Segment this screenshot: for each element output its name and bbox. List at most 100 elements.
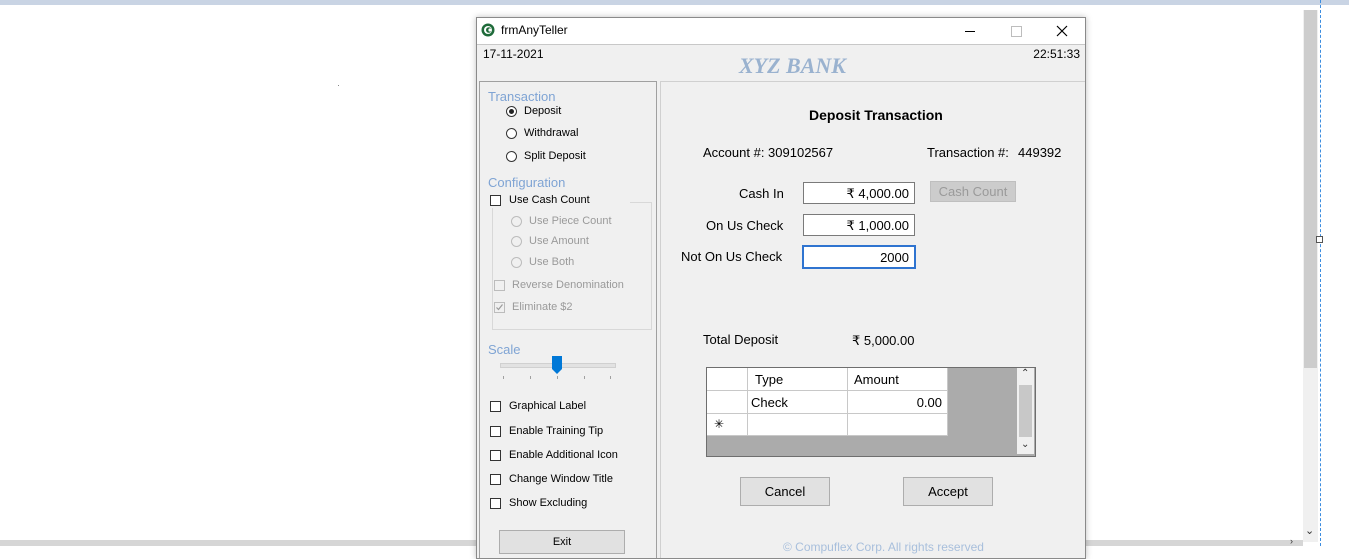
radio-use-amount[interactable]: Use Amount: [511, 235, 631, 249]
resize-handle[interactable]: [1316, 236, 1323, 243]
grid-header-amount[interactable]: Amount: [848, 368, 948, 391]
accept-button[interactable]: Accept: [903, 477, 993, 506]
transaction-heading: Deposit Transaction: [809, 107, 943, 123]
on-us-check-label: On Us Check: [706, 218, 784, 233]
reverse-denomination-box[interactable]: [494, 280, 505, 291]
scale-slider-thumb[interactable]: [552, 356, 562, 374]
cash-in-field[interactable]: ₹ 4,000.00: [803, 182, 915, 204]
maximize-button[interactable]: [993, 18, 1039, 44]
scroll-right-arrow-icon[interactable]: ›: [1290, 536, 1293, 546]
window-title: frmAnyTeller: [501, 23, 568, 37]
scroll-down-arrow-icon[interactable]: ⌄: [1305, 524, 1314, 537]
radio-use-both-indicator[interactable]: [511, 257, 522, 268]
close-icon: [1056, 25, 1068, 37]
selection-guide: [1320, 0, 1321, 546]
eliminate-label: Eliminate $2: [512, 301, 573, 313]
copyright-footer: © Compuflex Corp. All rights reserved: [783, 540, 984, 554]
grid-cell-type[interactable]: Check: [748, 391, 848, 414]
enable-additional-icon-checkbox[interactable]: Enable Additional Icon: [490, 449, 650, 463]
exit-button[interactable]: Exit: [499, 530, 625, 554]
radio-split-deposit-indicator[interactable]: [506, 151, 517, 162]
grid-new-cell-amount[interactable]: [848, 414, 948, 436]
grid-new-cell-type[interactable]: [748, 414, 848, 436]
current-date: 17-11-2021: [483, 47, 544, 61]
show-excluding-box[interactable]: [490, 498, 501, 509]
transaction-panel: Deposit Transaction Account #: 309102567…: [660, 81, 1085, 558]
radio-use-both-label: Use Both: [529, 256, 575, 268]
radio-use-piece-count-indicator[interactable]: [511, 216, 522, 227]
show-excluding-label: Show Excluding: [509, 497, 588, 509]
show-excluding-checkbox[interactable]: Show Excluding: [490, 497, 640, 511]
top-strip: [0, 0, 1349, 5]
scale-group-title: Scale: [488, 342, 521, 357]
check-grid[interactable]: Type Amount Check 0.00 ✳ ⌃ ⌄: [706, 367, 1036, 457]
radio-split-deposit[interactable]: Split Deposit: [506, 150, 626, 164]
on-us-check-field[interactable]: ₹ 1,000.00: [803, 214, 915, 236]
graphical-label-label: Graphical Label: [509, 400, 587, 412]
grid-vertical-scrollbar[interactable]: ⌃ ⌄: [1017, 368, 1034, 454]
grid-corner-cell: [707, 368, 748, 391]
radio-withdrawal-label: Withdrawal: [524, 127, 579, 139]
slider-tick: [584, 376, 585, 379]
current-time: 22:51:33: [1033, 47, 1080, 61]
radio-deposit[interactable]: Deposit: [506, 105, 626, 119]
cancel-button[interactable]: Cancel: [740, 477, 830, 506]
use-cash-count-box[interactable]: [490, 195, 501, 206]
header-bar: 17-11-2021 XYZ BANK 22:51:33: [477, 45, 1085, 81]
minimize-icon: [965, 30, 975, 32]
title-bar[interactable]: frmAnyTeller: [477, 18, 1085, 45]
radio-use-amount-indicator[interactable]: [511, 236, 522, 247]
checkmark-icon: [496, 304, 503, 311]
use-cash-count-checkbox[interactable]: Use Cash Count: [490, 194, 630, 208]
transaction-number-label: Transaction #:: [927, 145, 1009, 160]
radio-use-piece-count[interactable]: Use Piece Count: [511, 215, 631, 229]
enable-training-tip-label: Enable Training Tip: [509, 425, 604, 437]
minimize-button[interactable]: [947, 18, 993, 44]
grid-scroll-down-icon[interactable]: ⌄: [1021, 439, 1029, 450]
change-window-title-checkbox[interactable]: Change Window Title: [490, 473, 640, 487]
grid-row-header[interactable]: [707, 391, 748, 414]
grid-scroll-thumb[interactable]: [1019, 385, 1032, 437]
graphical-label-box[interactable]: [490, 401, 501, 412]
radio-split-deposit-label: Split Deposit: [524, 150, 586, 162]
account-number: Account #: 309102567: [703, 145, 834, 160]
change-window-title-box[interactable]: [490, 474, 501, 485]
maximize-icon: [1010, 25, 1022, 37]
settings-panel: Transaction Deposit Withdrawal Split Dep…: [479, 81, 657, 558]
eliminate-box[interactable]: [494, 302, 505, 313]
vertical-scrollbar-thumb[interactable]: [1304, 10, 1317, 368]
reverse-denomination-label: Reverse Denomination: [512, 279, 624, 291]
grid-scroll-up-icon[interactable]: ⌃: [1021, 368, 1029, 379]
teller-window: frmAnyTeller 17-11-2021 XYZ BANK 22:51:3…: [476, 17, 1086, 559]
app-icon: [481, 23, 495, 37]
transaction-group-title: Transaction: [488, 89, 556, 104]
grid-header-type[interactable]: Type: [748, 368, 848, 391]
radio-use-both[interactable]: Use Both: [511, 256, 631, 270]
transaction-number: 449392: [1018, 145, 1062, 160]
radio-deposit-indicator[interactable]: [506, 106, 517, 117]
configuration-group-title: Configuration: [488, 175, 566, 190]
background-dot: [338, 85, 339, 86]
reverse-denomination-checkbox[interactable]: Reverse Denomination: [494, 279, 644, 293]
eliminate-checkbox[interactable]: Eliminate $2: [494, 301, 644, 315]
change-window-title-label: Change Window Title: [509, 473, 613, 485]
enable-training-tip-checkbox[interactable]: Enable Training Tip: [490, 425, 640, 439]
radio-use-piece-count-label: Use Piece Count: [529, 215, 612, 227]
enable-additional-icon-label: Enable Additional Icon: [509, 449, 618, 461]
bank-name: XYZ BANK: [739, 53, 846, 78]
slider-tick: [610, 376, 611, 379]
grid-new-row-icon[interactable]: ✳: [707, 414, 748, 436]
enable-training-tip-box[interactable]: [490, 426, 501, 437]
grid-cell-amount[interactable]: 0.00: [848, 391, 948, 414]
cash-in-label: Cash In: [739, 186, 784, 201]
close-button[interactable]: [1039, 18, 1085, 44]
radio-withdrawal[interactable]: Withdrawal: [506, 127, 626, 141]
graphical-label-checkbox[interactable]: Graphical Label: [490, 400, 640, 414]
total-deposit-value: ₹ 5,000.00: [852, 333, 915, 348]
enable-additional-icon-box[interactable]: [490, 450, 501, 461]
cash-count-button[interactable]: Cash Count: [930, 181, 1016, 202]
radio-withdrawal-indicator[interactable]: [506, 128, 517, 139]
radio-use-amount-label: Use Amount: [529, 235, 589, 247]
not-on-us-check-field[interactable]: 2000: [802, 245, 916, 269]
not-on-us-check-label: Not On Us Check: [681, 249, 783, 264]
